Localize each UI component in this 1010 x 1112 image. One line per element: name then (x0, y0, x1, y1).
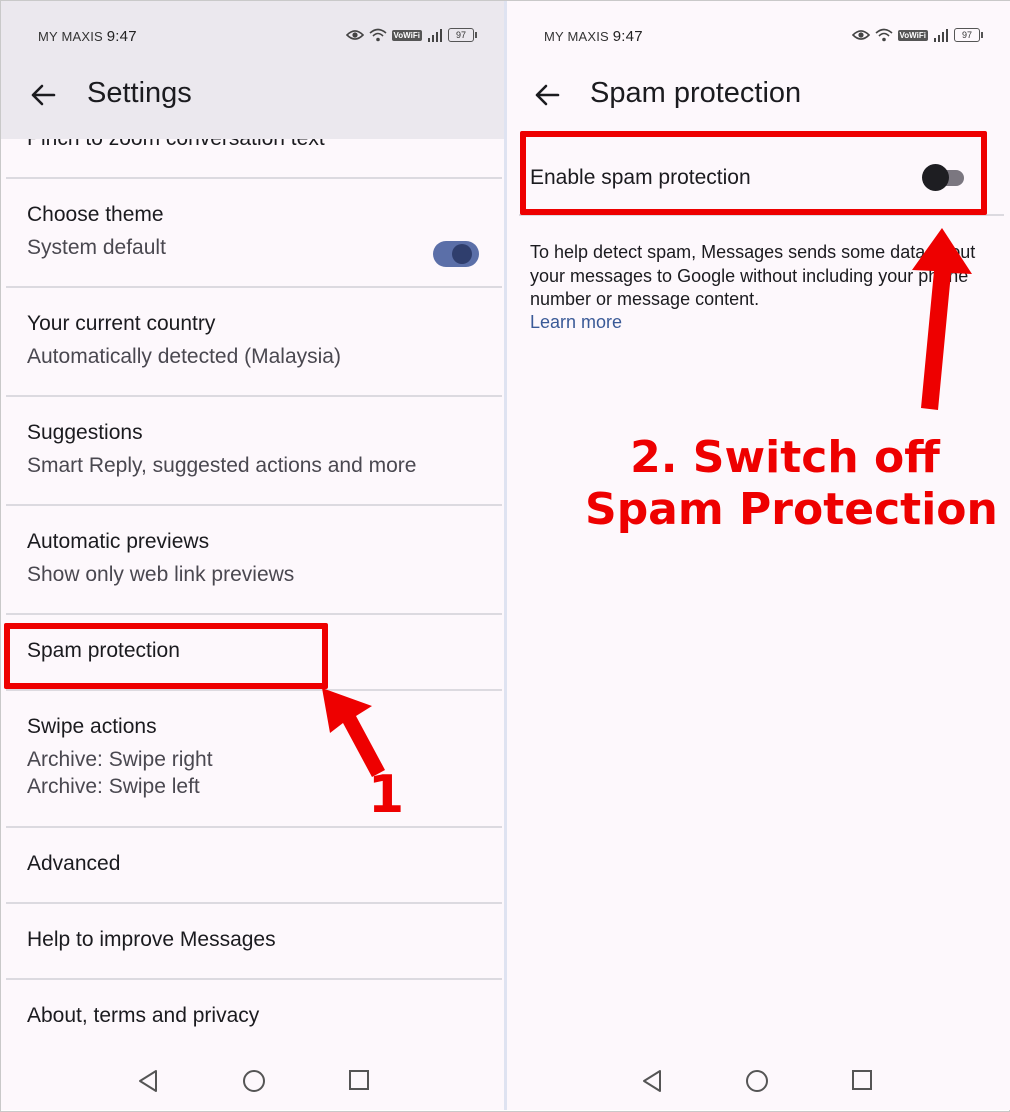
annotation-step2-line2: Spam Protection (585, 484, 998, 535)
battery-icon: 97 (448, 28, 477, 42)
carrier-name: MY MAXIS (38, 29, 103, 44)
annotation-arrows (322, 228, 972, 777)
step1-arrow-icon (322, 688, 385, 777)
step2-arrow-icon (912, 228, 972, 410)
signal-icon (428, 28, 442, 42)
annotation-step2-line1: 2. Switch off (630, 432, 940, 483)
wifi-icon (369, 28, 387, 42)
vowifi-badge: VoWiFi (391, 29, 422, 41)
top-app-bar: MY MAXIS 9:47 VoWiFi 97 Settings (1, 1, 504, 139)
eye-icon (345, 30, 364, 40)
status-time: 9:47 (106, 28, 137, 45)
back-arrow-icon[interactable] (29, 81, 57, 109)
status-icons: VoWiFi 97 (345, 28, 477, 42)
status-carrier: MY MAXIS 9:47 (38, 28, 137, 45)
annotation-step1: 1 (368, 765, 405, 825)
page-title: Settings (87, 77, 192, 109)
status-bar: MY MAXIS 9:47 VoWiFi 97 (1, 1, 504, 71)
